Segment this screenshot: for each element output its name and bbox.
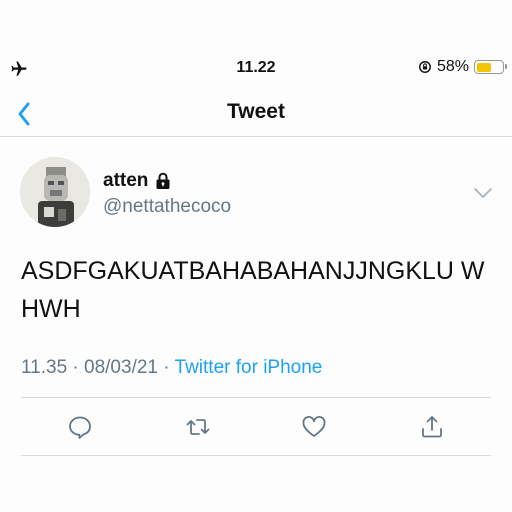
tweet-text: ASDFGAKUATBAHABAHANJJNGKLU WHWH <box>21 257 485 323</box>
reply-icon <box>69 416 91 439</box>
battery-icon <box>474 60 507 74</box>
username[interactable]: @nettathecoco <box>103 196 231 218</box>
share-button[interactable] <box>416 411 448 443</box>
status-right: 58% <box>418 58 507 76</box>
divider <box>21 397 491 398</box>
tweet-actions <box>0 405 512 449</box>
divider <box>21 455 491 456</box>
share-icon <box>422 416 442 438</box>
page-title: Tweet <box>227 100 285 123</box>
chevron-down-icon <box>474 188 492 198</box>
retweet-button[interactable] <box>182 411 214 443</box>
display-name[interactable]: atten <box>103 170 148 192</box>
display-name-row: atten <box>103 170 172 192</box>
tweet-timestamp[interactable]: 11.35 · 08/03/21 · <box>21 357 175 378</box>
like-button[interactable] <box>298 411 330 443</box>
avatar-image <box>20 157 90 227</box>
tweet-meta: 11.35 · 08/03/21 · Twitter for iPhone <box>21 357 322 379</box>
lock-icon <box>156 172 170 189</box>
battery-percent: 58% <box>436 58 469 75</box>
battery-level <box>476 62 491 72</box>
reply-button[interactable] <box>64 411 96 443</box>
nav-bar: Tweet <box>0 92 512 137</box>
rotation-lock-icon <box>419 61 431 73</box>
retweet-icon <box>186 419 210 435</box>
heart-icon <box>302 416 326 437</box>
tweet-source[interactable]: Twitter for iPhone <box>175 357 323 378</box>
more-button[interactable] <box>472 184 494 202</box>
avatar[interactable] <box>20 157 90 227</box>
status-bar: 11.22 58% <box>0 56 512 84</box>
